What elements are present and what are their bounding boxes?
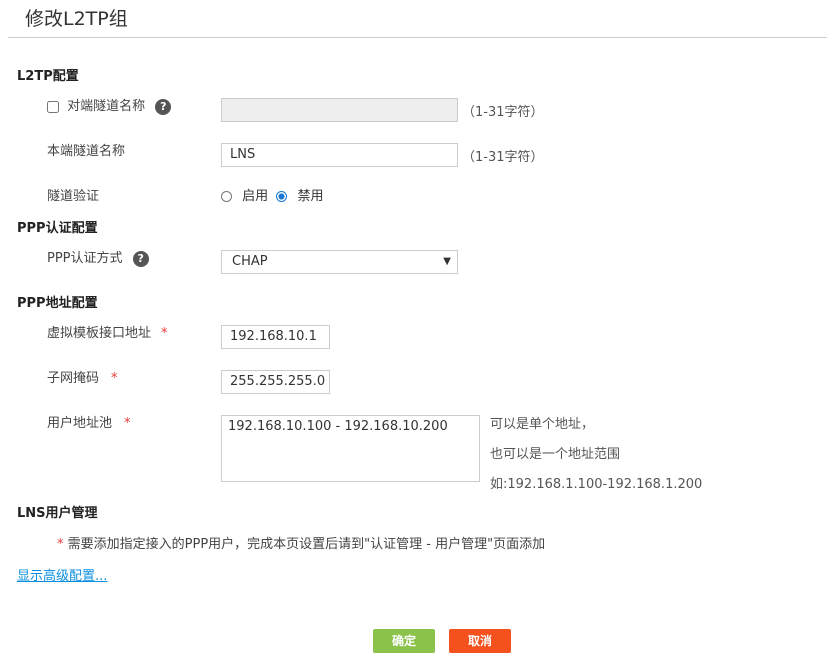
- peer-tunnel-checkbox[interactable]: [47, 100, 59, 113]
- peer-tunnel-hint: （1-31字符）: [462, 105, 544, 120]
- section-ppp-auth: PPP认证配置: [17, 221, 98, 236]
- pool-hint-3: 如:192.168.1.100-192.168.1.200: [490, 477, 703, 492]
- vt-address-label: 虚拟模板接口地址: [47, 326, 152, 341]
- cancel-button[interactable]: 取消: [449, 629, 511, 653]
- peer-tunnel-row: 对端隧道名称 ?: [47, 95, 172, 115]
- help-icon[interactable]: ?: [155, 98, 172, 115]
- lns-note: * 需要添加指定接入的PPP用户，完成本页设置后请到"认证管理 - 用户管理"页…: [57, 533, 545, 552]
- tunnel-auth-label: 隧道验证: [47, 189, 100, 204]
- divider: [8, 37, 827, 38]
- pool-hint-2: 也可以是一个地址范围: [490, 447, 621, 462]
- lns-note-text: 需要添加指定接入的PPP用户，完成本页设置后请到"认证管理 - 用户管理"页面添…: [67, 537, 546, 552]
- vt-address-input[interactable]: 192.168.10.1: [221, 325, 330, 349]
- section-l2tp: L2TP配置: [17, 69, 79, 84]
- chevron-down-icon: ▼: [443, 256, 451, 267]
- ppp-auth-method-select[interactable]: CHAP ▼: [221, 250, 458, 274]
- ppp-auth-method-label: PPP认证方式: [47, 251, 123, 266]
- required-icon: *: [124, 416, 131, 431]
- section-ppp-addr: PPP地址配置: [17, 296, 98, 311]
- radio-enable[interactable]: [221, 191, 232, 202]
- peer-tunnel-input[interactable]: [221, 98, 458, 122]
- advanced-config-link[interactable]: 显示高级配置...: [17, 565, 107, 584]
- help-icon[interactable]: ?: [132, 250, 149, 267]
- section-lns: LNS用户管理: [17, 506, 98, 521]
- local-tunnel-hint: （1-31字符）: [462, 150, 544, 165]
- ppp-auth-method-value: CHAP: [232, 254, 268, 269]
- required-icon: *: [111, 371, 118, 386]
- page-title: 修改L2TP组: [25, 8, 128, 30]
- pool-textarea[interactable]: 192.168.10.100 - 192.168.10.200: [221, 415, 480, 482]
- pool-hint-1: 可以是单个地址，: [490, 417, 595, 432]
- peer-tunnel-label: 对端隧道名称: [67, 99, 146, 114]
- tunnel-auth-radios: 启用 禁用: [221, 185, 323, 204]
- mask-label: 子网掩码: [47, 371, 100, 386]
- required-icon: *: [57, 537, 68, 552]
- radio-enable-label: 启用: [242, 189, 269, 204]
- ok-button[interactable]: 确定: [373, 629, 435, 653]
- pool-label: 用户地址池: [47, 416, 113, 431]
- local-tunnel-label: 本端隧道名称: [47, 144, 126, 159]
- required-icon: *: [161, 326, 168, 341]
- local-tunnel-input[interactable]: LNS: [221, 143, 458, 167]
- radio-disable[interactable]: [276, 191, 288, 202]
- ppp-auth-method-row: PPP认证方式 ?: [47, 247, 149, 267]
- mask-row: 子网掩码 *: [47, 367, 118, 386]
- vt-address-row: 虚拟模板接口地址 *: [47, 322, 168, 341]
- mask-input[interactable]: 255.255.255.0: [221, 370, 330, 394]
- pool-row: 用户地址池 *: [47, 412, 131, 431]
- radio-disable-label: 禁用: [297, 189, 324, 204]
